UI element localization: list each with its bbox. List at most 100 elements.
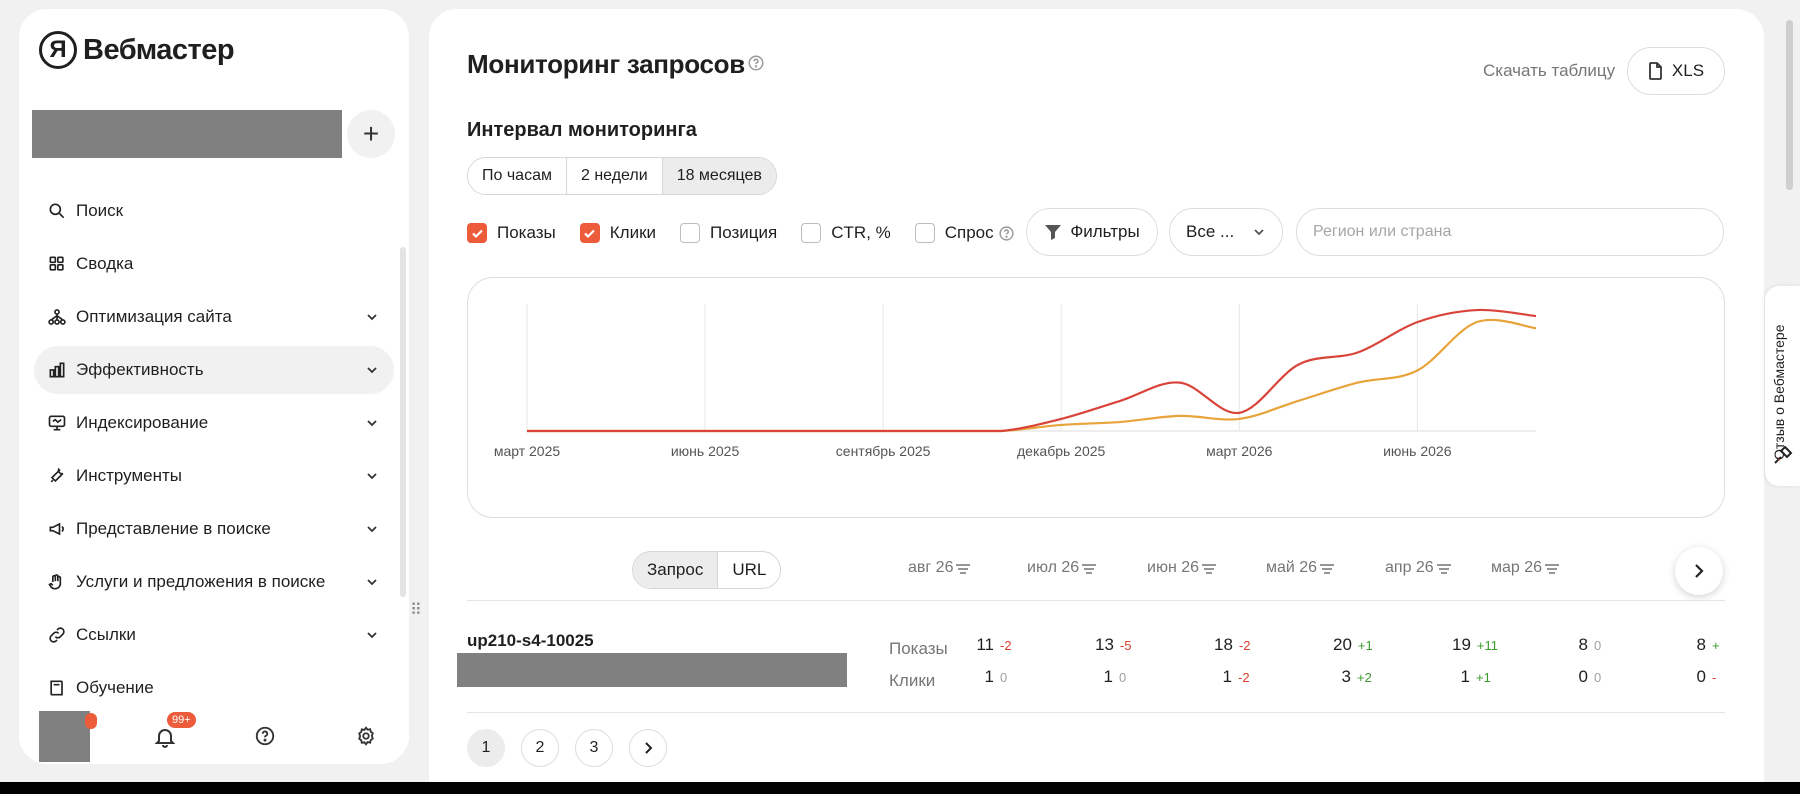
page-button[interactable]: 1 <box>467 729 505 767</box>
filters-button[interactable]: Фильтры <box>1026 208 1158 256</box>
metric-checkbox[interactable]: Показы <box>467 223 556 243</box>
cell-delta: -5 <box>1119 638 1132 653</box>
bar-chart-icon <box>46 359 68 381</box>
table-cell: 1 -2 <box>1214 667 1250 687</box>
metric-checkbox[interactable]: Клики <box>579 223 656 243</box>
next-page-button[interactable] <box>629 729 667 767</box>
interval-option[interactable]: По часам <box>468 158 567 194</box>
interval-selector: По часам 2 недели 18 месяцев <box>467 157 777 195</box>
sidebar-item-label: Оптимизация сайта <box>76 307 232 326</box>
checkbox-checked-icon[interactable] <box>467 223 487 243</box>
site-selector[interactable] <box>32 110 342 158</box>
interval-option[interactable]: 18 месяцев <box>662 158 776 194</box>
checkbox-empty-icon[interactable] <box>914 223 935 243</box>
avatar[interactable] <box>39 711 90 762</box>
metric-checkboxes: Показы Клики Позиция CTR, % Спрос <box>467 209 1039 257</box>
month-column-header[interactable]: июл 26 <box>1027 559 1097 577</box>
sidebar-item[interactable]: Сводка <box>34 240 394 288</box>
cell-value: 20 <box>1333 635 1352 654</box>
cell-value: 19 <box>1452 635 1471 654</box>
hand-icon <box>46 571 68 593</box>
sidebar-item-label: Индексирование <box>76 413 209 432</box>
row-metric-label: Показы <box>889 639 948 658</box>
metric-checkbox[interactable]: CTR, % <box>801 223 891 243</box>
page-button[interactable]: 3 <box>575 729 613 767</box>
month-label: мар 26 <box>1491 559 1543 576</box>
interval-option[interactable]: 2 недели <box>566 158 663 194</box>
table-cell: 10 <box>976 667 1008 687</box>
sidebar-resize-handle[interactable]: ⠿ <box>410 600 424 624</box>
logo-text: Вебмастер <box>83 33 235 66</box>
sidebar-item[interactable]: Оптимизация сайта <box>34 293 394 341</box>
megaphone-icon <box>46 518 68 540</box>
chevron-down-icon <box>364 521 380 537</box>
checkbox-empty-icon[interactable] <box>801 223 822 243</box>
sidebar-item[interactable]: Инструменты <box>34 452 394 500</box>
gear-icon[interactable] <box>355 725 377 747</box>
link-icon <box>46 624 68 646</box>
chevron-down-icon <box>364 574 380 590</box>
table-tab[interactable]: URL <box>718 552 780 588</box>
sidebar-item[interactable]: Услуги и предложения в поиске <box>34 558 394 606</box>
interval-label: Интервал мониторинга <box>467 119 697 141</box>
month-column-header[interactable]: мар 26 <box>1491 559 1560 577</box>
metric-checkbox[interactable]: Спрос <box>914 223 1015 243</box>
title-help-icon[interactable] <box>747 54 765 72</box>
help-icon[interactable] <box>998 225 1015 242</box>
cell-value: 0 <box>1578 667 1588 686</box>
sidebar-item-label: Услуги и предложения в поиске <box>76 572 326 591</box>
sidebar-item[interactable]: Поиск <box>34 187 394 235</box>
sidebar-item-label: Инструменты <box>76 466 183 485</box>
pagination: 123 <box>467 729 667 767</box>
region-input[interactable] <box>1296 208 1724 256</box>
chart-series-line <box>527 308 1537 433</box>
chevron-down-icon <box>364 468 380 484</box>
month-column-header[interactable]: июн 26 <box>1147 559 1217 577</box>
download-table-label: Скачать таблицу <box>1483 61 1616 80</box>
month-column-header[interactable]: авг 26 <box>908 559 971 577</box>
page-scrollbar[interactable] <box>1786 20 1793 190</box>
sidebar-item-label: Сводка <box>76 254 134 273</box>
sort-icon <box>1436 562 1452 574</box>
checkbox-empty-icon[interactable] <box>680 223 701 243</box>
filters-label: Фильтры <box>1070 222 1140 241</box>
table-cell: 1 +1 <box>1452 667 1491 687</box>
sidebar-item[interactable]: Представление в поиске <box>34 505 394 553</box>
help-icon[interactable] <box>254 725 276 747</box>
month-label: авг 26 <box>908 559 954 576</box>
chart-x-tick-label: март 2025 <box>494 443 561 459</box>
metric-label: Позиция <box>710 223 778 242</box>
checkbox-checked-icon[interactable] <box>579 223 600 243</box>
query-text[interactable]: up210-s4-10025 <box>467 631 594 651</box>
sidebar-item[interactable]: Эффективность <box>34 346 394 394</box>
table-cell: 18 -2 <box>1214 635 1250 655</box>
sidebar: Я Вебмастер + Поиск Сводка Оптимизация сай… <box>19 9 409 764</box>
cell-delta: -2 <box>1238 670 1250 685</box>
month-label: июл 26 <box>1027 559 1080 576</box>
table-cell: 0- <box>1688 667 1717 687</box>
logo[interactable]: Я Вебмастер <box>39 31 235 69</box>
chevron-right-icon <box>1695 564 1704 578</box>
all-select[interactable]: Все ... <box>1169 208 1283 256</box>
add-site-button[interactable]: + <box>347 110 395 158</box>
cell-delta: 0 <box>1594 670 1602 685</box>
table-tab[interactable]: Запрос <box>633 552 719 588</box>
page-button[interactable]: 2 <box>521 729 559 767</box>
month-column-header[interactable]: апр 26 <box>1385 559 1452 577</box>
month-column-header[interactable]: май 26 <box>1266 559 1335 577</box>
all-select-value: Все ... <box>1186 222 1235 241</box>
sidebar-item-label: Ссылки <box>76 625 136 644</box>
sidebar-item[interactable]: Ссылки <box>34 611 394 659</box>
month-label: апр 26 <box>1385 559 1434 576</box>
next-columns-button[interactable] <box>1675 547 1723 595</box>
sidebar-item-label: Эффективность <box>76 360 204 379</box>
metric-checkbox[interactable]: Позиция <box>680 223 777 243</box>
bell-icon[interactable] <box>153 725 177 749</box>
download-xls-button[interactable]: XLS <box>1627 47 1725 95</box>
cell-delta: +1 <box>1476 670 1491 685</box>
search-icon <box>46 200 68 222</box>
sidebar-item[interactable]: Индексирование <box>34 399 394 447</box>
funnel-icon <box>1045 225 1062 240</box>
sidebar-scrollbar[interactable] <box>400 247 406 597</box>
chevron-down-icon <box>364 309 380 325</box>
